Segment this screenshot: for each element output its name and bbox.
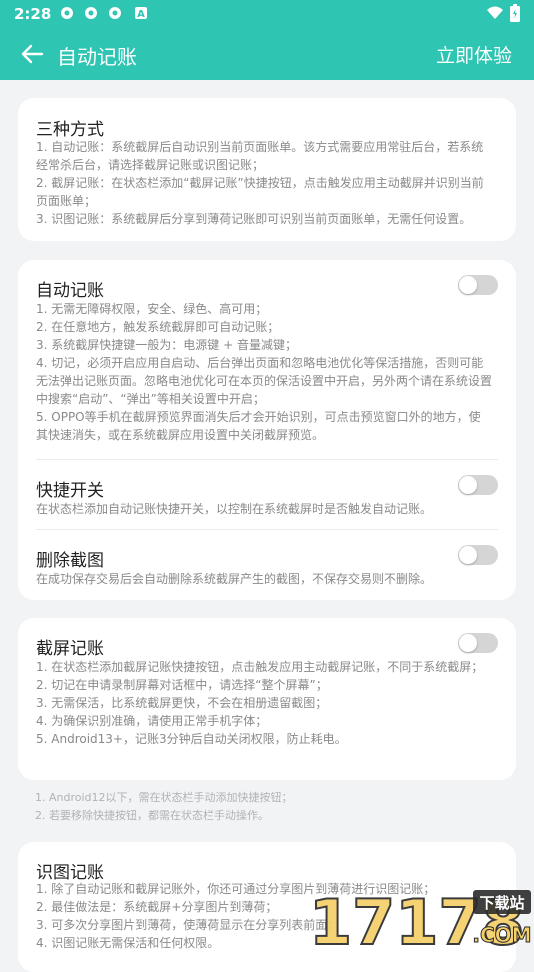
- delete-screenshot-toggle[interactable]: [458, 545, 498, 565]
- screenshot-bookkeeping-card: 截屏记账 1. 在状态栏添加截屏记账快捷按钮，点击触发应用主动截屏记账，不同于系…: [18, 618, 516, 780]
- site-watermark: 17178 下载站 .COM: [308, 885, 532, 950]
- desc-line: 2. 在任意地方，触发系统截屏即可自动记账；: [36, 320, 280, 334]
- desc-line: 4. 为确保识别准确，请使用正常手机字体；: [36, 714, 268, 728]
- three-ways-title: 三种方式: [36, 120, 104, 140]
- a-icon: A: [135, 7, 147, 20]
- watermark-tag: 下载站: [479, 894, 524, 912]
- three-ways-desc: 1. 自动记账：系统截屏后自动识别当前页面账单。该方式需要应用常驻后台，若系统经…: [36, 138, 492, 228]
- desc-line: 2. 截屏记账：在状态栏添加“截屏记账”快捷按钮，点击触发应用主动截屏并识别当前…: [36, 176, 484, 208]
- delete-screenshot-desc: 在成功保存交易后会自动删除系统截屏产生的截图，不保存交易则不删除。: [36, 572, 433, 586]
- wifi-icon: [487, 6, 503, 19]
- desc-line: 5. Android13+，记账3分钟后自动关闭权限，防止耗电。: [36, 732, 347, 746]
- page-title: 自动记账: [57, 45, 137, 69]
- auto-bookkeeping-title: 自动记账: [36, 281, 104, 301]
- battery-icon: [510, 4, 520, 22]
- footnote-line: 1. Android12以下，需在状态栏手动添加快捷按钮；: [35, 791, 293, 804]
- screenshot-bookkeeping-title: 截屏记账: [36, 639, 104, 659]
- desc-line: 3. 识图记账：系统截屏后分享到薄荷记账即可识别当前页面账单，无需任何设置。: [36, 212, 472, 226]
- divider: [36, 529, 498, 530]
- desc-line: 2. 切记在申请录制屏幕对话框中，请选择“整个屏幕”；: [36, 678, 328, 692]
- status-time: 2:28: [14, 5, 52, 23]
- three-ways-card: 三种方式 1. 自动记账：系统截屏后自动识别当前页面账单。该方式需要应用常驻后台…: [18, 98, 516, 241]
- desc-line: 3. 系统截屏快捷键一般为：电源键 + 音量减键；: [36, 338, 297, 352]
- desc-line: 1. 自动记账：系统截屏后自动识别当前页面账单。该方式需要应用常驻后台，若系统经…: [36, 140, 484, 172]
- toggle-knob: [459, 546, 477, 564]
- desc-line: 4. 切记，必须开启应用自启动、后台弹出页面和忽略电池优化等保活措施，否则可能无…: [36, 356, 493, 406]
- desc-line: 1. 无需无障碍权限，安全、绿色、高可用；: [36, 302, 268, 316]
- auto-bookkeeping-card: 自动记账 1. 无需无障碍权限，安全、绿色、高可用； 2. 在任意地方，触发系统…: [18, 260, 516, 600]
- screenshot-bookkeeping-toggle[interactable]: [458, 633, 498, 653]
- footnotes: 1. Android12以下，需在状态栏手动添加快捷按钮； 2. 若要移除快捷按…: [35, 789, 505, 825]
- svg-text:A: A: [137, 9, 145, 20]
- desc-line: 1. 在状态栏添加截屏记账快捷按钮，点击触发应用主动截屏记账，不同于系统截屏；: [36, 660, 484, 674]
- screenshot-bookkeeping-desc: 1. 在状态栏添加截屏记账快捷按钮，点击触发应用主动截屏记账，不同于系统截屏； …: [36, 658, 492, 748]
- status-bar: 2:28 A: [0, 0, 534, 28]
- shortcut-switch-title: 快捷开关: [36, 481, 104, 501]
- shortcut-switch-toggle[interactable]: [458, 475, 498, 495]
- try-now-button[interactable]: 立即体验: [436, 41, 512, 68]
- shortcut-switch-desc: 在状态栏添加自动记账快捷开关，以控制在系统截屏时是否触发自动记账。: [36, 502, 433, 516]
- auto-bookkeeping-desc: 1. 无需无障碍权限，安全、绿色、高可用； 2. 在任意地方，触发系统截屏即可自…: [36, 300, 492, 444]
- desc-line: 5. OPPO等手机在截屏预览界面消失后才会开始识别，可点击预览窗口外的地方，使…: [36, 410, 481, 442]
- toggle-knob: [459, 476, 477, 494]
- watermark-domain: .COM: [472, 923, 531, 947]
- toggle-knob: [459, 634, 477, 652]
- nfc-ring-icon: [109, 7, 121, 19]
- toggle-knob: [459, 276, 477, 294]
- divider: [36, 459, 498, 460]
- nfc-ring-icon: [85, 7, 97, 19]
- desc-line: 3. 无需保活，比系统截屏更快，不会在相册遗留截图；: [36, 696, 328, 710]
- delete-screenshot-title: 删除截图: [36, 551, 104, 571]
- auto-bookkeeping-toggle[interactable]: [458, 275, 498, 295]
- footnote-line: 2. 若要移除快捷按钮，都需在状态栏手动操作。: [35, 809, 269, 822]
- back-arrow-icon[interactable]: [18, 40, 46, 68]
- app-bar: 自动记账 立即体验: [0, 28, 534, 80]
- nfc-ring-icon: [61, 7, 73, 19]
